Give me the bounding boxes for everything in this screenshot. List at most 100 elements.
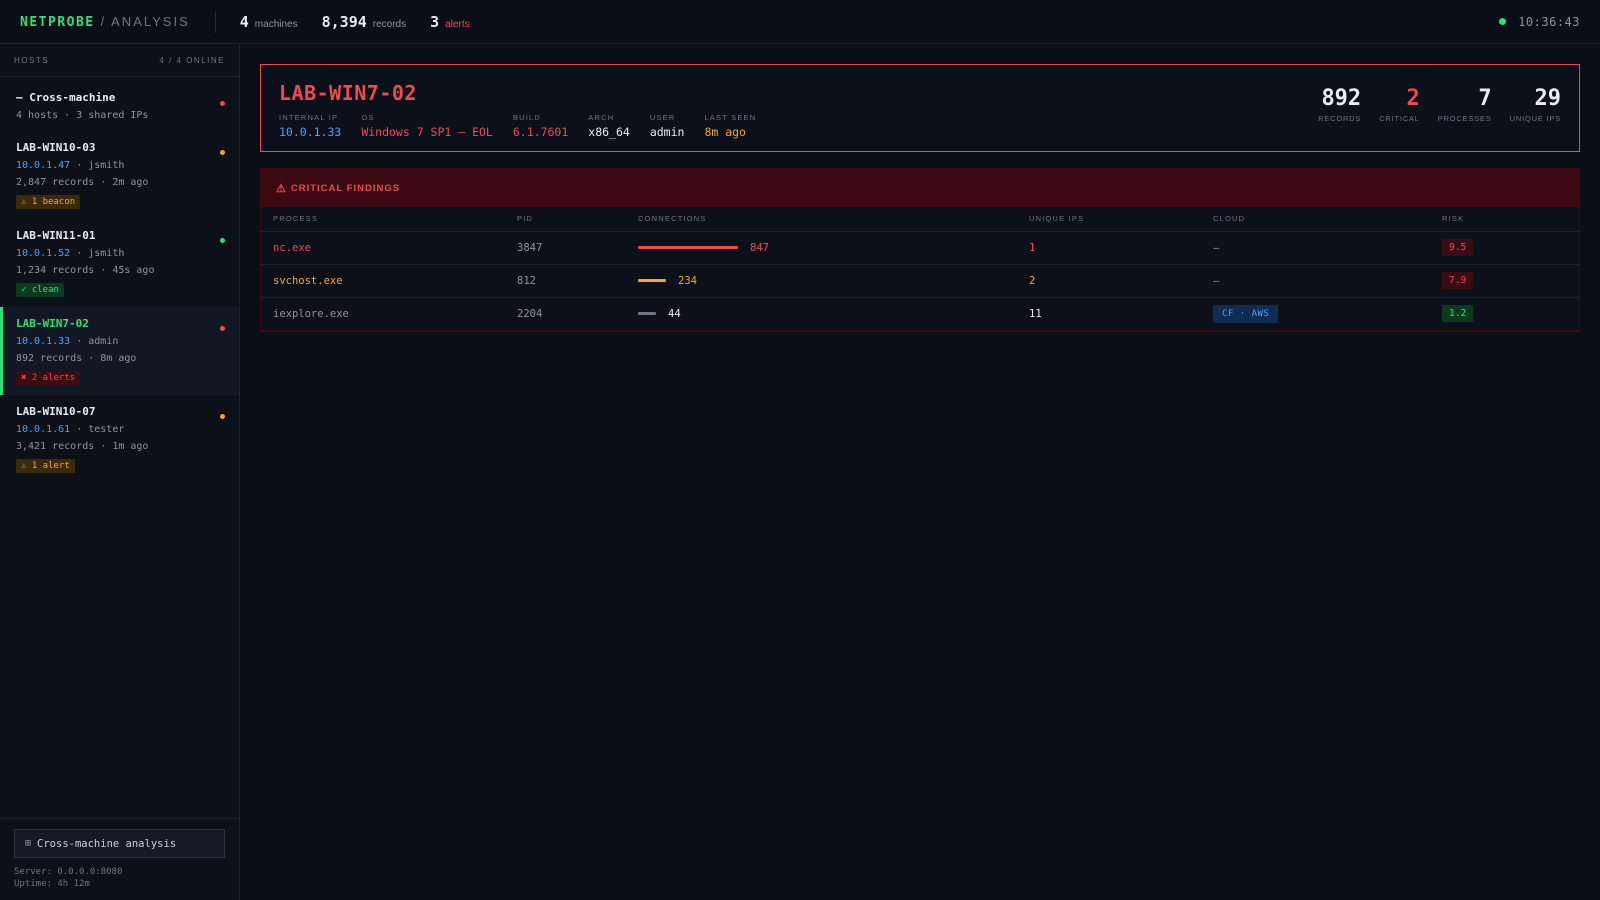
host-name: — Cross-machine bbox=[16, 91, 116, 104]
connections-count: 44 bbox=[668, 307, 681, 320]
host-ip-user: 10.0.1.61 · tester bbox=[16, 424, 225, 435]
host-ip-user: 10.0.1.52 · jsmith bbox=[16, 248, 225, 259]
hosts-sidebar: HOSTS 4 / 4 ONLINE — Cross-machine 4 hos… bbox=[0, 44, 240, 900]
sidebar-item-lab-win11-01[interactable]: LAB-WIN11-01 10.0.1.52 · jsmith 1,234 re… bbox=[0, 219, 239, 307]
sidebar-item-lab-win10-07[interactable]: LAB-WIN10-07 10.0.1.61 · tester 3,421 re… bbox=[0, 395, 239, 483]
records-count: 8,394 bbox=[321, 12, 367, 31]
live-status-dot-icon bbox=[1499, 18, 1507, 25]
table-header-row: PROCESS PID CONNECTIONS UNIQUE IPS CLOUD… bbox=[261, 207, 1579, 232]
meta-key: BUILD bbox=[512, 113, 541, 122]
process-name: svchost.exe bbox=[261, 264, 505, 298]
kpi-unique-ips: 29 UNIQUE IPS bbox=[1509, 86, 1562, 124]
connections-count: 847 bbox=[750, 241, 769, 254]
sidebar-item-lab-win10-03[interactable]: LAB-WIN10-03 10.0.1.47 · jsmith 2,847 re… bbox=[0, 131, 239, 219]
meta-value: 6.1.7601 bbox=[512, 125, 569, 139]
meta-value: 10.0.1.33 bbox=[279, 125, 342, 139]
meta-key: LAST SEEN bbox=[704, 113, 757, 122]
server-uptime: Uptime: 4h 12m bbox=[14, 879, 90, 889]
sidebar-item-cross-machine[interactable]: — Cross-machine 4 hosts · 3 shared IPs bbox=[0, 77, 239, 131]
process-name: nc.exe bbox=[261, 231, 505, 265]
warning-icon: ⚠ bbox=[276, 182, 287, 195]
status-dot-icon bbox=[220, 414, 225, 419]
host-records: 3,421 records · 1m ago bbox=[16, 441, 149, 452]
kpi-label: RECORDS bbox=[1318, 114, 1362, 123]
risk-badge: 7.9 bbox=[1442, 272, 1474, 289]
kpi-value: 2 bbox=[1406, 86, 1420, 111]
top-bar: NETPROBE / ANALYSIS 4 machines 8,394 rec… bbox=[0, 0, 1600, 44]
host-ip: 10.0.1.47 bbox=[16, 160, 71, 171]
host-kpis: 892 RECORDS 2 CRITICAL 7 PROCESSES 29 UN… bbox=[1300, 86, 1562, 124]
alerts-count: 3 bbox=[430, 12, 440, 31]
critical-findings-panel: ⚠ CRITICAL FINDINGS PROCESS PID CONNECTI… bbox=[260, 168, 1580, 332]
table-row[interactable]: svchost.exe 812 234 2 — 7.9 bbox=[261, 264, 1579, 298]
host-user: · jsmith bbox=[70, 248, 125, 259]
kpi-value: 7 bbox=[1478, 86, 1492, 111]
status-dot-icon bbox=[220, 238, 225, 243]
column-header[interactable]: CONNECTIONS bbox=[626, 207, 1017, 232]
kpi-processes: 7 PROCESSES bbox=[1437, 86, 1492, 124]
meta-key: OS bbox=[361, 113, 375, 122]
cross-machine-analysis-button[interactable]: ⊞ Cross-machine analysis bbox=[14, 829, 225, 858]
meta-last-seen: LAST SEEN 8m ago bbox=[704, 113, 756, 139]
column-header[interactable]: CLOUD bbox=[1201, 207, 1430, 232]
sidebar-item-lab-win7-02[interactable]: LAB-WIN7-02 10.0.1.33 · admin 892 record… bbox=[0, 307, 239, 395]
records-stat: 8,394 records bbox=[322, 13, 407, 31]
host-summary: 4 hosts · 3 shared IPs bbox=[16, 110, 149, 121]
pid: 2204 bbox=[505, 297, 626, 331]
connections-bar bbox=[638, 279, 666, 282]
status-dot-icon bbox=[220, 326, 225, 331]
host-records: 2,847 records · 2m ago bbox=[16, 177, 149, 188]
machines-label: machines bbox=[254, 18, 298, 30]
host-user: · jsmith bbox=[70, 160, 125, 171]
meta-value: x86_64 bbox=[588, 125, 630, 139]
meta-arch: ARCH x86_64 bbox=[588, 113, 630, 139]
status-badge: ⚠ 1 beacon bbox=[16, 195, 81, 209]
process-name: iexplore.exe bbox=[261, 297, 505, 331]
divider bbox=[214, 10, 216, 33]
table-row[interactable]: iexplore.exe 2204 44 11 CF · AWS 1.2 bbox=[261, 297, 1579, 331]
column-header[interactable]: UNIQUE IPS bbox=[1017, 207, 1201, 232]
kpi-records: 892 RECORDS bbox=[1318, 86, 1362, 124]
meta-os: OS Windows 7 SP1 — EOL bbox=[361, 113, 493, 139]
host-records: 892 records · 8m ago bbox=[16, 353, 137, 364]
brand-subtitle: / ANALYSIS bbox=[100, 13, 190, 29]
meta-key: ARCH bbox=[588, 113, 615, 122]
meta-build: BUILD 6.1.7601 bbox=[513, 113, 568, 139]
machines-stat: 4 machines bbox=[240, 13, 298, 31]
host-name: LAB-WIN11-01 bbox=[16, 229, 96, 242]
connections-bar bbox=[638, 312, 656, 315]
host-detail-card: LAB-WIN7-02 INTERNAL IP 10.0.1.33 OS Win… bbox=[260, 64, 1580, 152]
findings-title: CRITICAL FINDINGS bbox=[290, 182, 401, 194]
host-ip: 10.0.1.61 bbox=[16, 424, 71, 435]
status-badge: ✓ clean bbox=[16, 283, 64, 297]
risk-cell: 9.5 bbox=[1430, 231, 1579, 265]
meta-value: 8m ago bbox=[704, 125, 746, 139]
kpi-label: UNIQUE IPS bbox=[1509, 114, 1561, 123]
meta-value: admin bbox=[649, 125, 685, 139]
unique-ips: 11 bbox=[1017, 297, 1201, 331]
table-row[interactable]: nc.exe 3847 847 1 — 9.5 bbox=[261, 231, 1579, 265]
host-ip-user: 10.0.1.33 · admin bbox=[16, 336, 225, 347]
kpi-label: PROCESSES bbox=[1437, 114, 1492, 123]
column-header[interactable]: PID bbox=[505, 207, 626, 232]
sidebar-footer: ⊞ Cross-machine analysis Server: 0.0.0.0… bbox=[0, 818, 239, 900]
kpi-value: 892 bbox=[1321, 86, 1362, 111]
meta-internal-ip: INTERNAL IP 10.0.1.33 bbox=[279, 113, 341, 139]
meta-key: USER bbox=[649, 113, 676, 122]
alerts-stat[interactable]: 3 alerts bbox=[430, 13, 469, 31]
host-name: LAB-WIN7-02 bbox=[16, 317, 89, 330]
column-header[interactable]: PROCESS bbox=[261, 207, 505, 232]
host-ip: 10.0.1.52 bbox=[16, 248, 71, 259]
connections-count: 234 bbox=[678, 274, 697, 287]
cross-machine-button-label: Cross-machine analysis bbox=[37, 837, 177, 850]
findings-table: PROCESS PID CONNECTIONS UNIQUE IPS CLOUD… bbox=[261, 207, 1579, 331]
column-header[interactable]: RISK bbox=[1430, 207, 1579, 232]
unique-ips: 2 bbox=[1017, 264, 1201, 298]
alerts-label: alerts bbox=[445, 18, 470, 30]
status-area: 10:36:43 bbox=[1499, 15, 1580, 29]
status-dot-icon bbox=[220, 101, 225, 106]
clock: 10:36:43 bbox=[1518, 14, 1580, 29]
kpi-value: 29 bbox=[1534, 86, 1562, 111]
server-address: Server: 0.0.0.0:8080 bbox=[14, 867, 123, 877]
cloud: — bbox=[1201, 264, 1430, 298]
